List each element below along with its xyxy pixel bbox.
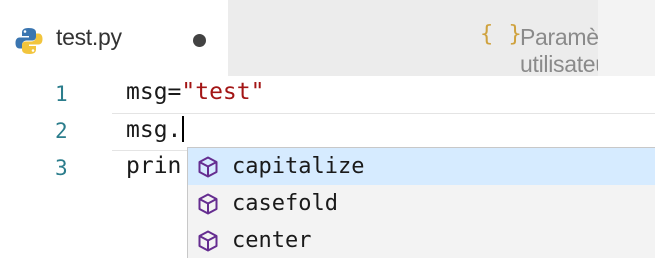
line-number: 1 [55,82,68,106]
current-line-highlight [112,113,655,151]
code-text: msg= [126,79,182,105]
line-number: 3 [55,156,68,180]
suggestion-item[interactable]: center [188,222,655,258]
braces-icon: { } [480,22,523,47]
suggestion-item[interactable]: capitalize [188,148,655,185]
tab-label: test.py [56,24,122,50]
suggestion-label: center [232,228,312,253]
code-line[interactable]: prin [126,153,181,179]
suggestion-label: casefold [232,191,338,216]
tab-test-py[interactable]: test.py [0,0,228,76]
code-line[interactable]: msg="test" [126,79,264,105]
text-cursor [182,116,185,142]
code-text: prin [126,153,182,179]
code-line[interactable]: msg. [126,116,185,143]
tab-bar-empty-area [598,0,655,76]
python-icon [15,28,43,54]
code-string-literal: "test" [181,79,265,105]
suggestion-item[interactable]: casefold [188,185,655,222]
method-icon [198,193,218,214]
code-text: msg. [126,117,182,143]
method-icon [198,230,218,251]
suggestion-widget: capitalize casefold center [187,147,655,258]
suggestion-label: capitalize [232,154,365,179]
method-icon [198,156,218,177]
tab-user-settings[interactable]: { } Paramètres utilisateur [228,0,636,77]
unsaved-indicator-icon[interactable] [193,34,206,47]
line-number: 2 [55,119,68,143]
tab-bar: test.py { } Paramètres utilisateur [0,0,655,77]
